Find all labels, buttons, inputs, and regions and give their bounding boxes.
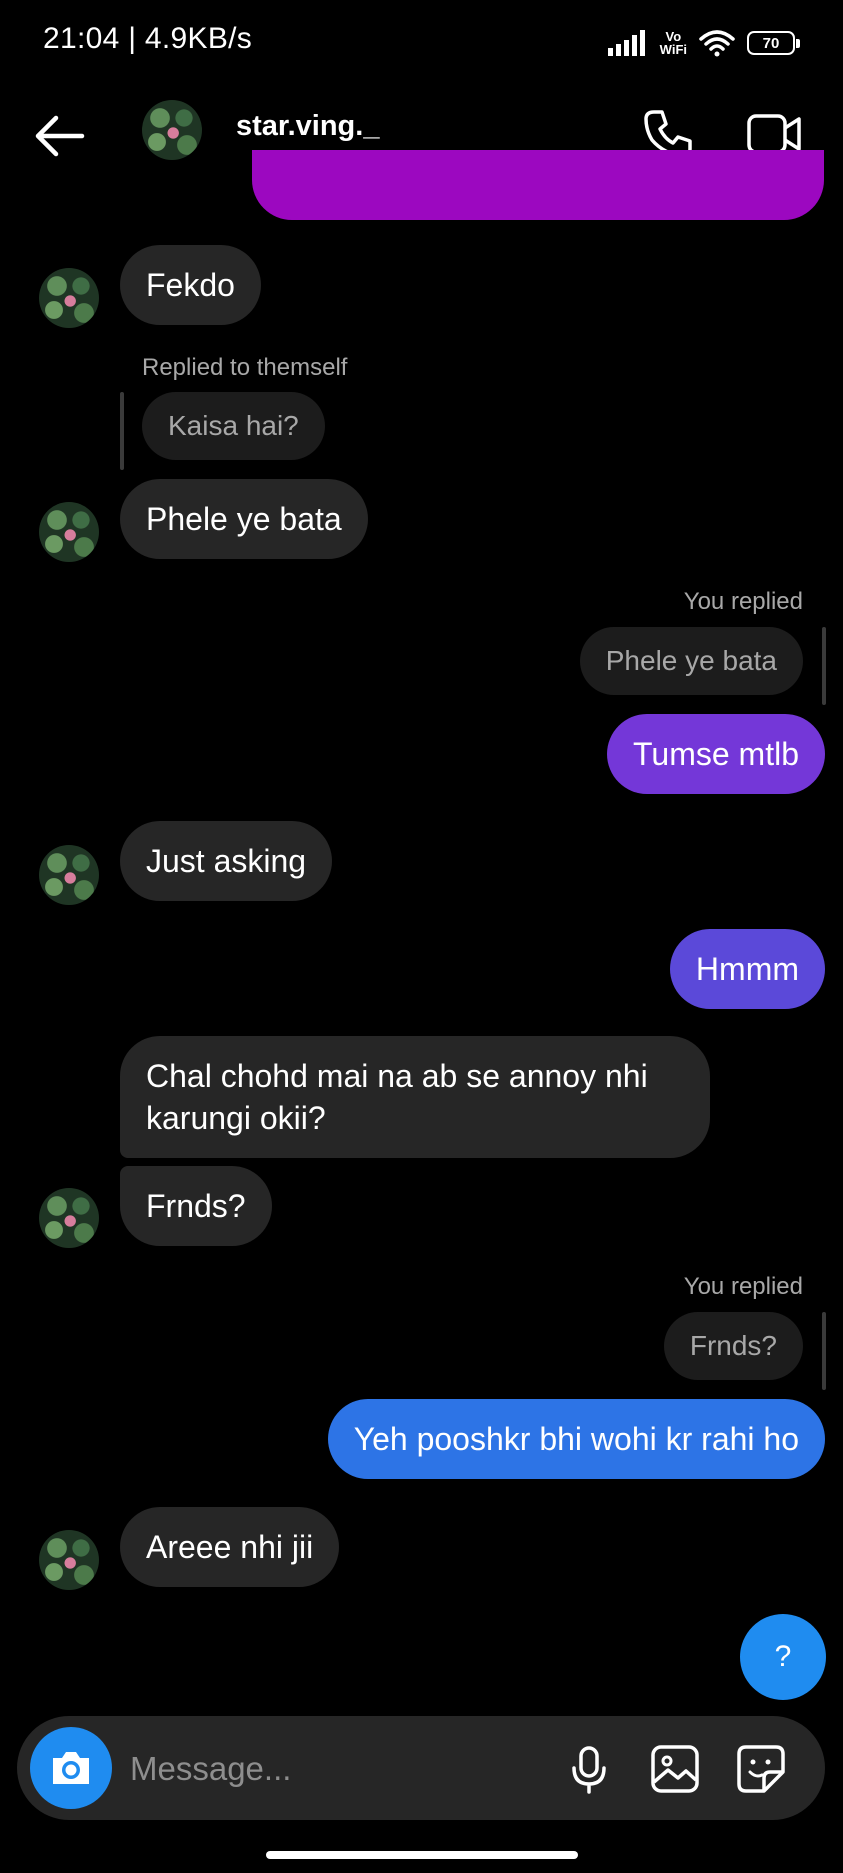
outgoing-message[interactable]: Tumse mtlb	[607, 714, 825, 794]
signal-icon	[607, 30, 645, 56]
sticker-icon[interactable]	[734, 1742, 788, 1796]
quoted-message[interactable]: Frnds?	[663, 1312, 803, 1380]
status-time: 21:04 | 4.9KB/s	[43, 22, 253, 55]
reply-label: Replied to themself	[142, 354, 348, 381]
camera-button[interactable]	[30, 1727, 112, 1809]
outgoing-message[interactable]: Hmmm	[669, 929, 825, 1009]
message-input[interactable]	[128, 1738, 552, 1800]
reply-indicator-bar	[822, 627, 826, 705]
incoming-message[interactable]: Fekdo	[120, 245, 261, 325]
outgoing-message[interactable]: Yeh pooshkr bhi wohi kr rahi ho	[327, 1399, 825, 1479]
chat-username[interactable]: star.ving._	[236, 110, 379, 143]
incoming-message[interactable]: Just asking	[120, 821, 333, 901]
reply-indicator-bar	[822, 1312, 826, 1390]
profile-avatar[interactable]	[142, 100, 202, 160]
incoming-message[interactable]: Areee nhi jii	[120, 1507, 340, 1587]
microphone-icon[interactable]	[562, 1742, 616, 1796]
sender-avatar[interactable]	[39, 845, 99, 905]
quoted-message[interactable]: Kaisa hai?	[142, 392, 325, 460]
reply-label: You replied	[683, 588, 803, 615]
sender-avatar[interactable]	[39, 268, 99, 328]
previous-message-bubble[interactable]	[252, 150, 824, 220]
camera-icon	[53, 1752, 89, 1784]
sender-avatar[interactable]	[39, 1188, 99, 1248]
help-button[interactable]: ?	[740, 1614, 826, 1700]
sender-avatar[interactable]	[39, 1530, 99, 1590]
vowifi-icon: Vo WiFi	[659, 29, 687, 57]
wifi-icon	[699, 30, 735, 57]
incoming-message[interactable]: Frnds?	[120, 1166, 272, 1246]
incoming-message[interactable]: Chal chohd mai na ab se annoy nhi karung…	[120, 1036, 710, 1158]
back-arrow-icon[interactable]	[32, 108, 88, 164]
sender-avatar[interactable]	[39, 502, 99, 562]
incoming-message[interactable]: Phele ye bata	[120, 479, 368, 559]
gallery-icon[interactable]	[648, 1742, 702, 1796]
reply-label: You replied	[683, 1273, 803, 1300]
quoted-message[interactable]: Phele ye bata	[579, 627, 803, 695]
reply-indicator-bar	[120, 392, 124, 470]
battery-icon: 70	[747, 31, 800, 55]
home-indicator[interactable]	[266, 1851, 578, 1859]
status-icons: Vo WiFi 70	[607, 26, 800, 60]
